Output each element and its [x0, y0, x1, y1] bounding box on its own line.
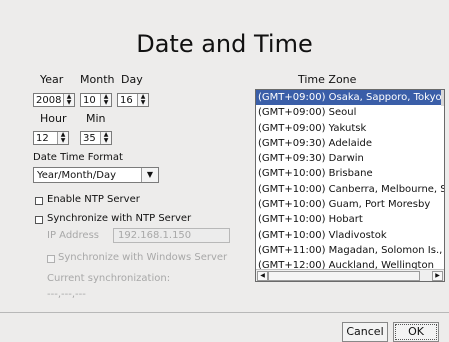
vertical-scrollbar[interactable] [441, 90, 444, 106]
sync-windows-checkbox[interactable] [47, 255, 55, 263]
sync-windows-label: Synchronize with Windows Server [58, 252, 228, 263]
year-spinner[interactable]: 2008 ▲ ▼ [33, 93, 75, 107]
hour-value: 12 [36, 133, 49, 144]
current-sync-value: ---,---,--- [47, 289, 86, 300]
month-value: 10 [83, 95, 96, 106]
format-value: Year/Month/Day [37, 170, 116, 181]
spin-arrows-icon[interactable]: ▲ ▼ [63, 94, 74, 106]
timezone-item[interactable]: (GMT+09:00) Yakutsk [256, 121, 444, 136]
cancel-button[interactable]: Cancel [342, 322, 388, 342]
timezone-item[interactable]: (GMT+10:00) Canberra, Melbourne, Sydney [256, 182, 444, 197]
chevron-down-icon[interactable]: ▼ [141, 168, 158, 182]
day-spinner[interactable]: 16 ▲ ▼ [117, 93, 149, 107]
timezone-item[interactable]: (GMT+09:00) Osaka, Sapporo, Tokyo [256, 90, 444, 106]
spin-arrows-icon[interactable]: ▲ ▼ [57, 132, 68, 144]
scroll-left-icon[interactable]: ◀ [257, 271, 268, 281]
day-label: Day [121, 73, 143, 86]
ip-address-input[interactable]: 192.168.1.150 [113, 228, 230, 243]
timezone-item[interactable]: (GMT+11:00) Magadan, Solomon Is., New Ca… [256, 243, 444, 258]
timezone-item[interactable]: (GMT+09:30) Adelaide [256, 136, 444, 151]
timezone-item[interactable]: (GMT+09:30) Darwin [256, 151, 444, 166]
scroll-thumb[interactable] [268, 271, 420, 281]
sync-ntp-label: Synchronize with NTP Server [47, 213, 192, 224]
timezone-label: Time Zone [298, 73, 357, 86]
month-label: Month [80, 73, 115, 86]
timezone-item[interactable]: (GMT+10:00) Hobart [256, 212, 444, 227]
spin-arrows-icon[interactable]: ▲ ▼ [100, 94, 111, 106]
timezone-item[interactable]: (GMT+10:00) Vladivostok [256, 228, 444, 243]
horizontal-scrollbar[interactable]: ◀ ▶ [256, 269, 444, 281]
hour-spinner[interactable]: 12 ▲ ▼ [33, 131, 69, 145]
timezone-item[interactable]: (GMT+10:00) Guam, Port Moresby [256, 197, 444, 212]
min-label: Min [86, 112, 106, 125]
sync-ntp-checkbox[interactable] [35, 216, 43, 224]
enable-ntp-checkbox[interactable] [35, 197, 43, 205]
hour-label: Hour [40, 112, 67, 125]
page-title: Date and Time [136, 30, 313, 58]
ip-address-label: IP Address [47, 230, 99, 241]
ok-button[interactable]: OK [393, 322, 439, 342]
timezone-list[interactable]: (GMT+09:00) Osaka, Sapporo, Tokyo (GMT+09… [255, 89, 445, 282]
month-spinner[interactable]: 10 ▲ ▼ [80, 93, 112, 107]
enable-ntp-label: Enable NTP Server [47, 194, 140, 205]
timezone-item[interactable]: (GMT+10:00) Brisbane [256, 166, 444, 181]
spin-arrows-icon[interactable]: ▲ ▼ [100, 132, 111, 144]
format-label: Date Time Format [33, 152, 123, 163]
scroll-right-icon[interactable]: ▶ [432, 271, 443, 281]
divider [0, 312, 449, 313]
year-label: Year [40, 73, 64, 86]
min-spinner[interactable]: 35 ▲ ▼ [80, 131, 112, 145]
year-value: 2008 [36, 95, 62, 106]
format-select[interactable]: Year/Month/Day ▼ [33, 167, 159, 183]
day-value: 16 [120, 95, 133, 106]
timezone-item[interactable]: (GMT+09:00) Seoul [256, 105, 444, 120]
min-value: 35 [83, 133, 96, 144]
current-sync-label: Current synchronization: [47, 273, 171, 284]
spin-arrows-icon[interactable]: ▲ ▼ [137, 94, 148, 106]
